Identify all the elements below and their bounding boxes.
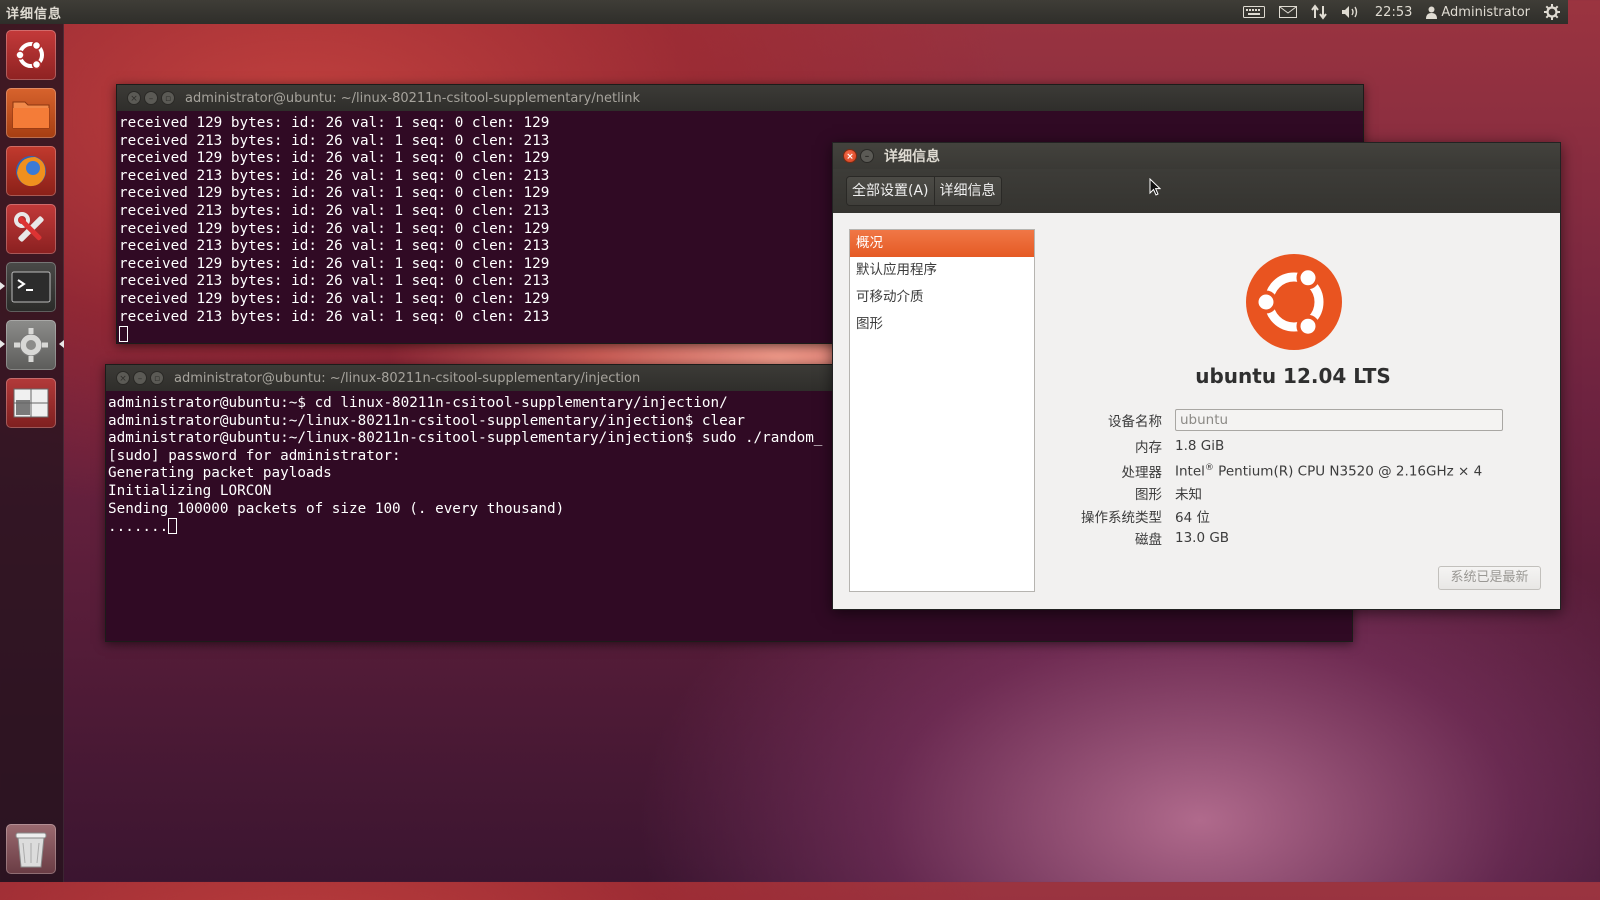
volume-icon[interactable] <box>1341 5 1361 19</box>
user-name: Administrator <box>1441 4 1530 20</box>
disk-label: 磁盘 <box>1135 532 1162 548</box>
terminal-cursor <box>119 326 128 343</box>
os-name: ubuntu 12.04 LTS <box>1195 364 1391 388</box>
mouse-pointer-icon <box>1149 178 1161 196</box>
minimize-icon[interactable]: – <box>133 371 147 385</box>
user-menu[interactable]: Administrator <box>1426 5 1530 20</box>
os-type-value: 64 位 <box>1175 510 1210 526</box>
all-settings-button[interactable]: 全部设置(A) <box>847 177 935 205</box>
system-up-to-date-button[interactable]: 系统已是最新 <box>1438 566 1541 590</box>
window-title: 详细信息 <box>884 149 940 165</box>
sidebar-item-graphics[interactable]: 图形 <box>850 311 1034 338</box>
info-row-graphics: 图形 未知 <box>1053 482 1202 504</box>
details-window[interactable]: × – 详细信息 全部设置(A) 详细信息 概况 默认应用程序 可移动介质 图形… <box>832 142 1561 610</box>
disk-value: 13.0 GB <box>1175 530 1230 546</box>
processor-label: 处理器 <box>1121 465 1163 481</box>
sidebar-item-default-apps[interactable]: 默认应用程序 <box>850 257 1034 284</box>
toolbar: 全部设置(A) 详细信息 <box>833 169 1560 213</box>
device-name-field[interactable] <box>1175 409 1503 431</box>
terminal-icon <box>11 271 51 303</box>
firefox-icon <box>16 156 46 187</box>
system-tools-launcher-button[interactable] <box>6 204 56 254</box>
keyboard-icon[interactable] <box>1242 6 1265 18</box>
info-row-disk: 磁盘 13.0 GB <box>1053 527 1229 549</box>
minimize-icon[interactable]: – <box>144 91 158 105</box>
device-name-label: 设备名称 <box>1108 414 1162 430</box>
processor-value: Intel® Pentium(R) CPU N3520 @ 2.16GHz × … <box>1175 462 1483 480</box>
trash-icon <box>15 832 47 868</box>
running-indicator <box>0 282 5 290</box>
ubuntu-logo-icon <box>1246 254 1342 350</box>
maximize-icon[interactable]: ▫ <box>150 371 164 385</box>
details-content: 概况 默认应用程序 可移动介质 图形 ubuntu 12.04 LTS 设备名称… <box>833 213 1560 609</box>
gear-icon[interactable] <box>1544 4 1560 20</box>
settings-gear-icon <box>14 328 48 362</box>
info-row-device-name: 设备名称 <box>1053 409 1503 431</box>
terminal-launcher-button[interactable] <box>6 262 56 312</box>
ubuntu-logo-icon <box>15 40 44 70</box>
minimize-icon[interactable]: – <box>860 149 874 163</box>
workspace-switcher-button[interactable] <box>6 378 56 428</box>
memory-value: 1.8 GiB <box>1175 438 1225 454</box>
wrench-icon <box>14 212 44 242</box>
window-titlebar[interactable]: × – 详细信息 <box>833 143 1560 169</box>
os-type-label: 操作系统类型 <box>1081 510 1162 526</box>
files-launcher-button[interactable] <box>6 88 56 138</box>
trash-launcher-button[interactable] <box>6 824 56 874</box>
maximize-icon[interactable]: ▫ <box>161 91 175 105</box>
close-icon[interactable]: × <box>843 149 857 163</box>
info-row-os-type: 操作系统类型 64 位 <box>1053 505 1210 527</box>
launcher <box>0 24 64 882</box>
firefox-launcher-button[interactable] <box>6 146 56 196</box>
close-icon[interactable]: × <box>127 91 141 105</box>
breadcrumb: 全部设置(A) 详细信息 <box>847 177 1001 205</box>
memory-label: 内存 <box>1135 440 1162 456</box>
focused-indicator <box>59 340 64 348</box>
workspace-icon <box>13 388 49 418</box>
graphics-value: 未知 <box>1175 487 1202 503</box>
terminal-cursor <box>168 518 178 535</box>
system-settings-launcher-button[interactable] <box>6 320 56 370</box>
sidebar: 概况 默认应用程序 可移动介质 图形 <box>849 229 1035 592</box>
mail-icon[interactable] <box>1278 6 1297 18</box>
details-breadcrumb[interactable]: 详细信息 <box>934 177 1001 205</box>
graphics-label: 图形 <box>1135 487 1162 503</box>
top-panel: 详细信息 22:53 Administrator <box>0 0 1568 24</box>
window-titlebar[interactable]: × – ▫ administrator@ubuntu: ~/linux-8021… <box>117 85 1363 111</box>
info-row-memory: 内存 1.8 GiB <box>1053 435 1224 457</box>
sidebar-item-removable-media[interactable]: 可移动介质 <box>850 284 1034 311</box>
network-icon[interactable] <box>1311 4 1327 20</box>
progress-dots: ....... <box>108 519 169 536</box>
indicator-area: 22:53 Administrator <box>1242 4 1568 20</box>
dash-home-button[interactable] <box>6 30 56 80</box>
folder-icon <box>12 101 50 129</box>
active-app-title: 详细信息 <box>6 6 63 22</box>
window-title: administrator@ubuntu: ~/linux-80211n-csi… <box>185 90 641 106</box>
sidebar-item-overview[interactable]: 概况 <box>850 230 1034 257</box>
info-row-processor: 处理器 Intel® Pentium(R) CPU N3520 @ 2.16GH… <box>1053 460 1483 482</box>
close-icon[interactable]: × <box>116 371 130 385</box>
window-title: administrator@ubuntu: ~/linux-80211n-csi… <box>174 370 641 386</box>
user-icon <box>1426 6 1438 19</box>
clock[interactable]: 22:53 <box>1375 5 1412 20</box>
running-indicator <box>0 340 5 348</box>
